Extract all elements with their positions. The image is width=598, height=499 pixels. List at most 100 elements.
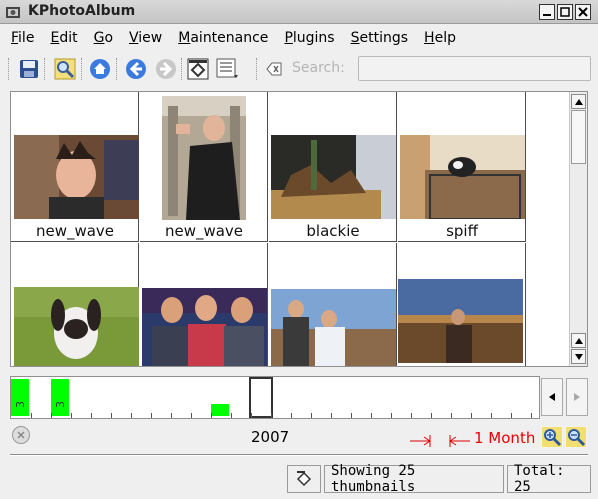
zoom-in-button[interactable] xyxy=(541,426,563,448)
menu-go[interactable]: Go xyxy=(89,30,118,46)
menu-plugins-key: P xyxy=(284,30,293,46)
scroll-down-button[interactable] xyxy=(571,349,586,364)
thumbnail-item[interactable] xyxy=(269,243,397,366)
status-thumbnail-count: Showing 25 thumbnails xyxy=(324,463,504,495)
search-images-icon xyxy=(54,58,76,80)
menu-settings-rest: ettings xyxy=(359,30,409,46)
clear-icon xyxy=(17,431,25,439)
thumbnail-caption: blackie xyxy=(306,222,360,240)
thumbnail-item[interactable]: new_wave xyxy=(140,92,268,242)
thumbnail-image xyxy=(162,96,246,220)
thumbnail-item[interactable]: blackie xyxy=(269,92,397,242)
thumbnail-image xyxy=(142,288,267,366)
status-divider xyxy=(10,454,588,456)
thumbnail-item[interactable]: new_wave xyxy=(11,92,139,242)
thumbnail-item[interactable]: spiff xyxy=(398,92,526,242)
home-button[interactable] xyxy=(86,55,114,83)
menu-settings-key: S xyxy=(350,30,360,46)
date-bar[interactable]: 3 3 xyxy=(10,376,540,419)
window-title: KPhotoAlbum xyxy=(28,3,136,19)
menu-maintenance-rest: aintenance xyxy=(190,30,269,46)
thumbnail-item[interactable] xyxy=(398,243,526,366)
save-button[interactable] xyxy=(15,55,43,83)
thumbnail-view[interactable]: new_wave new_wave blackie spiff xyxy=(10,91,588,367)
minimize-icon xyxy=(543,14,551,16)
scroll-up-button[interactable] xyxy=(571,333,586,348)
menu-view-rest: iew xyxy=(138,30,163,46)
close-button[interactable] xyxy=(575,4,591,20)
menu-help-rest: elp xyxy=(434,30,456,46)
maximize-button[interactable] xyxy=(557,4,573,20)
forward-icon xyxy=(156,59,176,79)
menu-edit-rest: dit xyxy=(59,30,78,46)
thumbnail-image xyxy=(398,279,523,363)
date-bar-right-button[interactable] xyxy=(566,378,588,416)
zoom-out-button[interactable] xyxy=(565,426,587,448)
menu-view-key: V xyxy=(129,30,139,46)
clear-search-button[interactable] xyxy=(263,55,285,83)
scroll-thumb[interactable] xyxy=(571,110,586,164)
home-icon xyxy=(90,59,110,79)
menu-settings[interactable]: Settings xyxy=(346,30,413,46)
back-icon xyxy=(126,59,146,79)
thumbnail-item[interactable] xyxy=(140,243,268,366)
thumbnail-item[interactable] xyxy=(11,243,139,366)
menu-edit-key: E xyxy=(50,30,60,46)
left-arrow-icon xyxy=(549,393,555,401)
menu-bar: File Edit Go View Maintenance Plugins Se… xyxy=(0,26,598,50)
forward-button[interactable] xyxy=(152,55,180,83)
menu-go-key: G xyxy=(93,30,105,46)
thumbnail-scrollbar[interactable] xyxy=(569,92,587,366)
clear-date-range-button[interactable] xyxy=(12,426,30,444)
search-input[interactable] xyxy=(358,56,591,81)
menu-plugins-rest: lugins xyxy=(292,30,335,46)
scroll-up-button[interactable] xyxy=(571,94,586,109)
minimize-button[interactable] xyxy=(539,4,555,20)
zoom-out-icon xyxy=(566,427,586,447)
date-bar-column[interactable] xyxy=(51,379,69,416)
menu-go-rest: o xyxy=(104,30,114,46)
date-axis-row: 2007 1 Month xyxy=(10,424,588,450)
view-mode-indicator[interactable] xyxy=(287,465,321,493)
date-bar-left-button[interactable] xyxy=(541,378,563,416)
search-images-button[interactable] xyxy=(51,55,79,83)
toolbar-handle xyxy=(8,58,10,80)
unit-width-marker-icon xyxy=(410,435,470,447)
year-label: 2007 xyxy=(251,428,290,446)
thumbnail-image xyxy=(400,135,525,219)
close-icon xyxy=(578,7,588,17)
date-bar-ticks xyxy=(11,412,539,418)
date-bar-count: 3 xyxy=(54,401,67,408)
thumbnail-view-button[interactable] xyxy=(184,55,212,83)
thumbnail-view-icon xyxy=(187,58,209,80)
thumbnail-view-icon xyxy=(296,471,312,487)
menu-maintenance[interactable]: Maintenance xyxy=(173,30,273,46)
menu-view[interactable]: View xyxy=(124,30,167,46)
unit-label: 1 Month xyxy=(474,429,536,447)
toolbar-separator xyxy=(181,58,183,80)
menu-help-key: H xyxy=(424,30,435,46)
menu-file-rest: ile xyxy=(18,30,35,46)
toolbar-separator xyxy=(116,58,118,80)
menu-file-key: F xyxy=(11,30,19,46)
down-arrow-icon xyxy=(574,353,583,360)
maximize-icon xyxy=(560,7,570,17)
date-bar-column[interactable] xyxy=(11,379,29,416)
clear-search-icon xyxy=(266,62,282,76)
menu-edit[interactable]: Edit xyxy=(45,30,82,46)
menu-plugins[interactable]: Plugins xyxy=(279,30,339,46)
back-button[interactable] xyxy=(122,55,150,83)
menu-maintenance-key: M xyxy=(178,30,191,46)
list-view-icon xyxy=(216,58,238,78)
date-bar-count: 3 xyxy=(14,401,27,408)
thumbnail-image xyxy=(14,135,139,219)
toolbar-separator xyxy=(44,58,46,80)
up-arrow-icon xyxy=(574,98,583,105)
thumbnail-image xyxy=(14,287,139,366)
title-bar: KPhotoAlbum xyxy=(0,0,598,24)
thumbnail-caption: new_wave xyxy=(164,222,244,240)
menu-file[interactable]: File xyxy=(6,30,39,46)
list-view-button[interactable] xyxy=(214,55,242,83)
menu-help[interactable]: Help xyxy=(419,30,461,46)
toolbar-separator xyxy=(81,58,83,80)
